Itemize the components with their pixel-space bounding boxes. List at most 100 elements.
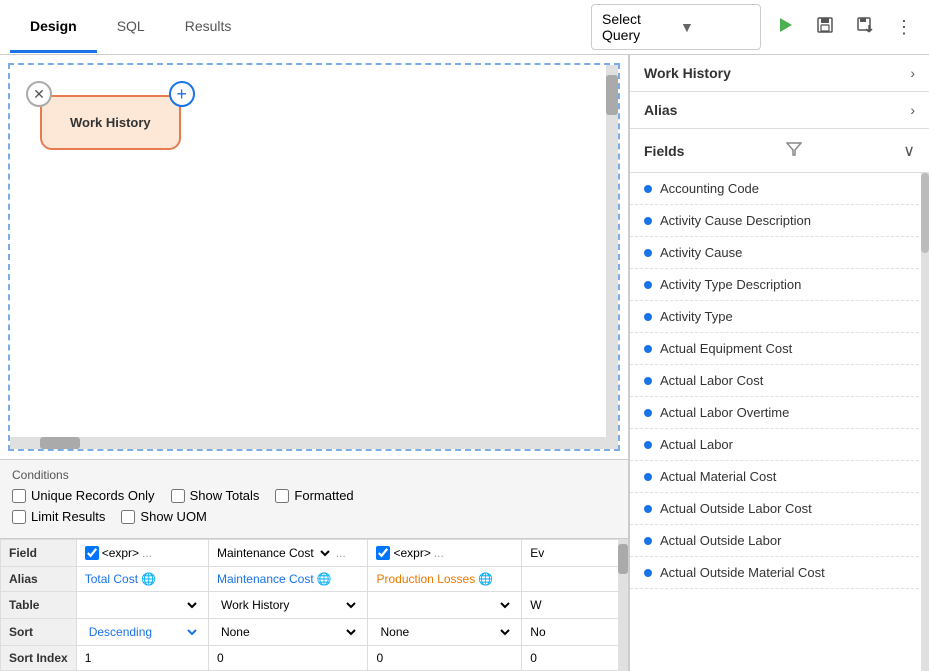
field-item-accounting-code[interactable]: Accounting Code bbox=[630, 173, 929, 205]
node-add-button[interactable]: + bbox=[169, 81, 195, 107]
show-uom-input[interactable] bbox=[121, 510, 135, 524]
table-row: Alias Total Cost 🌐 Maintenance Cost 🌐 bbox=[1, 567, 628, 592]
field-cell-3: <expr> ... bbox=[368, 540, 522, 567]
sort-index-cell-3[interactable] bbox=[368, 646, 522, 671]
field-expr-3: <expr> bbox=[393, 546, 430, 560]
sort-cell-2: None bbox=[208, 619, 368, 646]
tab-bar: Design SQL Results bbox=[10, 2, 591, 53]
field-item-activity-cause[interactable]: Activity Cause bbox=[630, 237, 929, 269]
field-cell-4: Ev bbox=[522, 540, 628, 567]
tab-results[interactable]: Results bbox=[165, 2, 252, 53]
formatted-checkbox[interactable]: Formatted bbox=[275, 488, 353, 503]
filter-icon[interactable] bbox=[780, 139, 808, 162]
field-item-actual-material-cost[interactable]: Actual Material Cost bbox=[630, 461, 929, 493]
rp-section-fields: Fields ∨ bbox=[630, 129, 929, 173]
limit-results-input[interactable] bbox=[12, 510, 26, 524]
alias-globe-3[interactable]: 🌐 bbox=[478, 572, 493, 586]
field-expr-1: <expr> bbox=[102, 546, 139, 560]
field-item-actual-outside-labor-cost[interactable]: Actual Outside Labor Cost bbox=[630, 493, 929, 525]
tab-design[interactable]: Design bbox=[10, 2, 97, 53]
field-item-activity-type[interactable]: Activity Type bbox=[630, 301, 929, 333]
field-item-activity-type-desc[interactable]: Activity Type Description bbox=[630, 269, 929, 301]
sort-index-input-4[interactable] bbox=[530, 651, 619, 665]
field-expr-checkbox-3[interactable] bbox=[376, 546, 390, 560]
main-layout: ✕ Work History + Conditions Unique Recor… bbox=[0, 55, 929, 671]
rp-alias-row[interactable]: Alias › bbox=[630, 92, 929, 128]
unique-records-input[interactable] bbox=[12, 489, 26, 503]
conditions-panel: Conditions Unique Records Only Show Tota… bbox=[0, 459, 628, 538]
show-totals-input[interactable] bbox=[171, 489, 185, 503]
sort-index-input-3[interactable] bbox=[376, 651, 513, 665]
fields-list: Accounting Code Activity Cause Descripti… bbox=[630, 173, 929, 671]
canvas-horizontal-scrollbar[interactable] bbox=[10, 437, 606, 449]
fields-vertical-scrollbar[interactable] bbox=[921, 173, 929, 671]
show-uom-checkbox[interactable]: Show UOM bbox=[121, 509, 206, 524]
table-row-label: Table bbox=[1, 592, 77, 619]
sort-select-2[interactable]: None bbox=[217, 624, 360, 640]
canvas-vertical-scrollbar[interactable] bbox=[606, 65, 618, 449]
alias-cell-2: Maintenance Cost 🌐 bbox=[208, 567, 368, 592]
table-select-2[interactable]: Work History bbox=[217, 597, 360, 613]
grid-area: Field <expr> ... Maintenance Cost bbox=[0, 538, 628, 671]
sort-index-cell-1[interactable] bbox=[76, 646, 208, 671]
field-expr-dots-1[interactable]: ... bbox=[142, 546, 152, 560]
field-dot-icon bbox=[644, 409, 652, 417]
field-select-dropdown-2[interactable]: ▼ bbox=[317, 545, 333, 561]
limit-results-checkbox[interactable]: Limit Results bbox=[12, 509, 105, 524]
node-close-button[interactable]: ✕ bbox=[26, 81, 52, 107]
alias-globe-2[interactable]: 🌐 bbox=[317, 572, 332, 586]
fields-chevron-icon[interactable]: ∨ bbox=[903, 141, 915, 161]
field-dot-icon bbox=[644, 569, 652, 577]
grid-vertical-scrollbar[interactable] bbox=[618, 539, 628, 671]
work-history-node[interactable]: ✕ Work History + bbox=[40, 95, 181, 150]
field-dots-2[interactable]: ... bbox=[336, 546, 346, 560]
rp-fields-label: Fields bbox=[644, 143, 684, 159]
field-cell-2: Maintenance Cost ▼ ... bbox=[208, 540, 368, 567]
field-dot-icon bbox=[644, 505, 652, 513]
unique-records-checkbox[interactable]: Unique Records Only bbox=[12, 488, 155, 503]
sort-index-input-2[interactable] bbox=[217, 651, 360, 665]
sort-index-input-1[interactable] bbox=[85, 651, 200, 665]
show-totals-checkbox[interactable]: Show Totals bbox=[171, 488, 260, 503]
save-button[interactable] bbox=[809, 9, 841, 46]
field-dot-icon bbox=[644, 249, 652, 257]
table-select-1[interactable] bbox=[85, 597, 200, 613]
conditions-row-2: Limit Results Show UOM bbox=[12, 509, 616, 524]
table-cell-1 bbox=[76, 592, 208, 619]
sort-select-1[interactable]: Descending bbox=[85, 624, 200, 640]
field-select-2: Maintenance Cost bbox=[217, 546, 314, 560]
field-item-actual-outside-material-cost[interactable]: Actual Outside Material Cost bbox=[630, 557, 929, 589]
fields-vscroll-thumb[interactable] bbox=[921, 173, 929, 253]
rp-work-history-label: Work History bbox=[644, 65, 731, 81]
sort-index-cell-4[interactable] bbox=[522, 646, 628, 671]
run-button[interactable] bbox=[769, 9, 801, 46]
save-as-button[interactable] bbox=[849, 9, 881, 46]
field-dot-icon bbox=[644, 473, 652, 481]
canvas-hscroll-thumb[interactable] bbox=[40, 437, 80, 449]
field-item-actual-outside-labor[interactable]: Actual Outside Labor bbox=[630, 525, 929, 557]
sort-select-3[interactable]: None bbox=[376, 624, 513, 640]
canvas-vscroll-thumb[interactable] bbox=[606, 75, 618, 115]
grid-scroll-container[interactable]: Field <expr> ... Maintenance Cost bbox=[0, 539, 628, 671]
field-expr-dots-3[interactable]: ... bbox=[434, 546, 444, 560]
more-menu-button[interactable]: ⋮ bbox=[889, 11, 919, 44]
table-cell-2: Work History bbox=[208, 592, 368, 619]
field-item-actual-labor[interactable]: Actual Labor bbox=[630, 429, 929, 461]
field-item-activity-cause-desc[interactable]: Activity Cause Description bbox=[630, 205, 929, 237]
rp-work-history-row[interactable]: Work History › bbox=[630, 55, 929, 91]
rp-work-history-chevron: › bbox=[910, 65, 915, 81]
table-row: Sort Index bbox=[1, 646, 628, 671]
field-cell-1: <expr> ... bbox=[76, 540, 208, 567]
grid-vscroll-thumb[interactable] bbox=[618, 544, 628, 574]
field-item-actual-labor-overtime[interactable]: Actual Labor Overtime bbox=[630, 397, 929, 429]
select-query-dropdown[interactable]: Select Query ▼ bbox=[591, 4, 761, 50]
sort-index-cell-2[interactable] bbox=[208, 646, 368, 671]
field-expr-checkbox-1[interactable] bbox=[85, 546, 99, 560]
tab-sql[interactable]: SQL bbox=[97, 2, 165, 53]
alias-globe-1[interactable]: 🌐 bbox=[141, 572, 156, 586]
field-item-actual-labor-cost[interactable]: Actual Labor Cost bbox=[630, 365, 929, 397]
table-select-3[interactable] bbox=[376, 597, 513, 613]
field-dot-icon bbox=[644, 217, 652, 225]
field-item-actual-equipment-cost[interactable]: Actual Equipment Cost bbox=[630, 333, 929, 365]
formatted-input[interactable] bbox=[275, 489, 289, 503]
